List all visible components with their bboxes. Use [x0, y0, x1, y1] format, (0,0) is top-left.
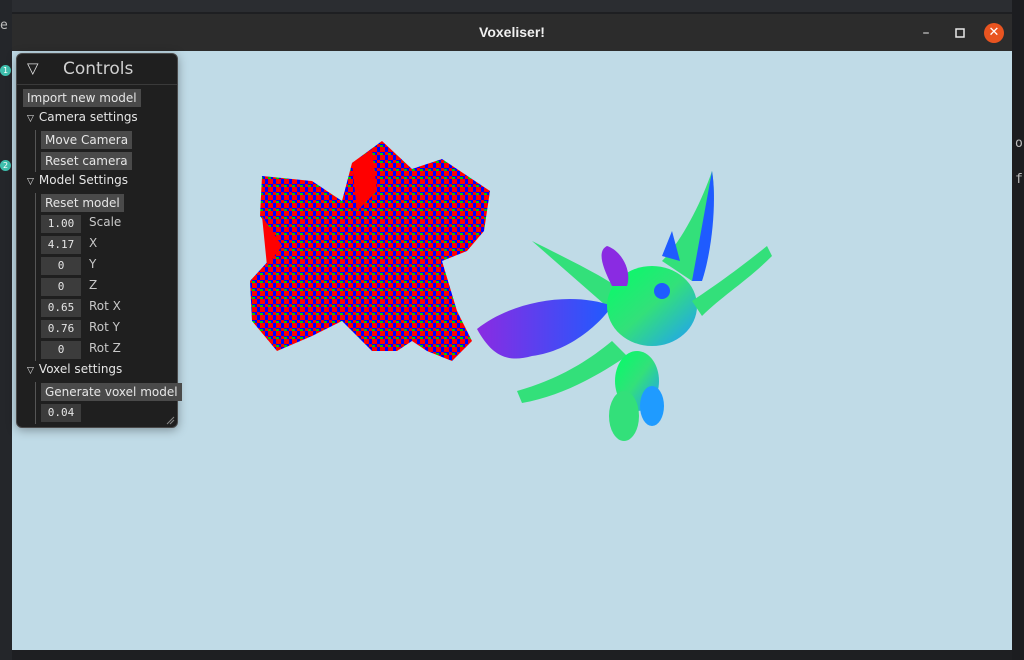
rot-z-label: Rot Z: [89, 341, 121, 355]
model-settings-section[interactable]: ▽ Model Settings: [27, 173, 128, 187]
voxel-settings-label: Voxel settings: [38, 362, 123, 376]
maximize-button[interactable]: [950, 23, 970, 43]
indent-guide: [35, 130, 36, 172]
x-label: X: [89, 236, 98, 250]
minimize-button[interactable]: –: [916, 23, 936, 43]
section-triangle-icon: ▽: [27, 366, 34, 376]
indent-guide: [35, 193, 36, 361]
import-model-button[interactable]: Import new model: [23, 89, 141, 107]
background-badge: 2: [0, 160, 11, 171]
background-badge: 1: [0, 65, 11, 76]
x-field[interactable]: 4.17: [41, 236, 81, 254]
y-field[interactable]: 0: [41, 257, 81, 275]
scale-field[interactable]: 1.00: [41, 215, 81, 233]
section-triangle-icon: ▽: [27, 177, 34, 187]
background-text: f: [1015, 172, 1023, 187]
camera-settings-section[interactable]: ▽ Camera settings: [27, 110, 138, 124]
y-label: Y: [89, 257, 97, 271]
camera-settings-label: Camera settings: [38, 110, 138, 124]
rot-z-field[interactable]: 0: [41, 341, 81, 359]
scale-label: Scale: [89, 215, 122, 229]
voxel-model: [250, 141, 490, 361]
background-editor-sidebar: e 1 2: [0, 0, 12, 660]
rot-y-label: Rot Y: [89, 320, 120, 334]
reset-camera-button[interactable]: Reset camera: [41, 152, 132, 170]
panel-header[interactable]: ▽ Controls: [17, 54, 177, 85]
rot-y-field[interactable]: 0.76: [41, 320, 81, 338]
move-camera-button[interactable]: Move Camera: [41, 131, 133, 149]
voxel-size-field[interactable]: 0.04: [41, 404, 81, 422]
section-triangle-icon: ▽: [27, 114, 34, 124]
smooth-model: [477, 171, 772, 441]
rot-x-label: Rot X: [89, 299, 121, 313]
collapse-triangle-icon[interactable]: ▽: [27, 59, 39, 77]
z-label: Z: [89, 278, 98, 292]
window-title: Voxeliser!: [479, 24, 545, 40]
close-button[interactable]: ✕: [984, 23, 1004, 43]
panel-title: Controls: [63, 59, 134, 79]
z-field[interactable]: 0: [41, 278, 81, 296]
reset-model-button[interactable]: Reset model: [41, 194, 124, 212]
voxel-settings-section[interactable]: ▽ Voxel settings: [27, 362, 122, 376]
background-text: e: [0, 18, 8, 33]
resize-grip-icon[interactable]: [166, 416, 175, 425]
generate-voxel-model-button[interactable]: Generate voxel model: [41, 383, 182, 401]
maximize-icon: [955, 28, 965, 38]
background-text: o: [1015, 136, 1023, 151]
background-editor-right: o f: [1012, 0, 1024, 660]
model-settings-label: Model Settings: [38, 173, 128, 187]
title-bar[interactable]: Voxeliser! – ✕: [12, 14, 1012, 51]
background-editor-topbar: [0, 0, 1024, 12]
indent-guide: [35, 382, 36, 424]
rot-x-field[interactable]: 0.65: [41, 299, 81, 317]
controls-panel[interactable]: ▽ Controls Import new model ▽ Camera sett…: [16, 53, 182, 428]
